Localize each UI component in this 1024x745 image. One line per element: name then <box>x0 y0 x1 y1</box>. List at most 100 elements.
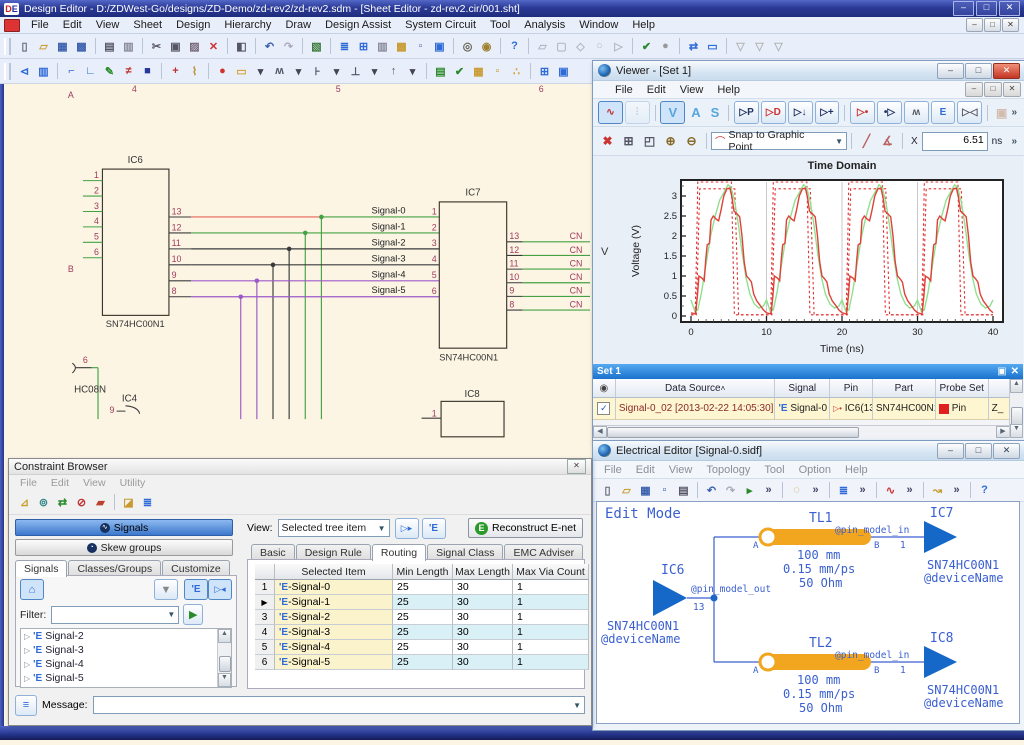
cut-icon[interactable]: ✂ <box>148 38 165 55</box>
copy-icon[interactable]: ▣ <box>167 38 184 55</box>
viewer-mdi-close[interactable]: ✕ <box>1003 82 1021 97</box>
search-icon[interactable]: ◉ <box>478 38 495 55</box>
min-length-cell[interactable]: 25 <box>393 640 453 655</box>
update-icon[interactable]: ⇄ <box>685 38 702 55</box>
ovf-icon[interactable]: » <box>807 482 824 499</box>
list-mode-button[interactable]: ▷▸ <box>395 518 419 539</box>
minimize-button[interactable]: – <box>953 1 974 16</box>
view-3d-icon[interactable]: ▧ <box>308 38 325 55</box>
drop-icon[interactable]: ▾ <box>252 63 269 80</box>
ee-restore-button[interactable]: □ <box>965 443 992 459</box>
max-via-count-cell[interactable]: 1 <box>513 625 589 640</box>
window-icon[interactable]: ▣ <box>555 63 572 80</box>
menu-item-option[interactable]: Option <box>792 463 838 477</box>
max-length-cell[interactable]: 30 <box>453 640 513 655</box>
table-row[interactable]: 4E‑Signal-325301 <box>255 625 589 640</box>
screen-icon[interactable]: ■ <box>139 63 156 80</box>
help-icon[interactable]: ? <box>976 482 993 499</box>
x-coordinate-field[interactable]: 6.51 <box>922 132 988 151</box>
ic8-body[interactable] <box>441 401 504 436</box>
column-selected-item[interactable]: Selected Item <box>275 564 393 580</box>
table-row[interactable]: 6E‑Signal-525301 <box>255 655 589 670</box>
area-rule-icon[interactable]: ▰ <box>92 494 109 511</box>
wire-bus-icon[interactable]: ≠ <box>120 63 137 80</box>
filter-1-icon[interactable]: ▽ <box>732 38 749 55</box>
enet-view-button[interactable]: E <box>184 579 208 600</box>
viewer-mdi-restore[interactable]: □ <box>984 82 1002 97</box>
probe-pull-down-button[interactable]: ▷↓ <box>788 101 813 124</box>
set1-close-button[interactable]: ✕ <box>1011 366 1019 377</box>
probe-pair-button[interactable]: ▷◁ <box>957 101 982 124</box>
probe-power-button[interactable]: ▷P <box>734 101 759 124</box>
ruler-button[interactable]: ╱ <box>857 132 876 150</box>
menu-item-file[interactable]: File <box>597 463 629 477</box>
record-icon[interactable]: ● <box>657 38 674 55</box>
doc-icon[interactable]: ▣ <box>431 38 448 55</box>
ovf-icon[interactable]: » <box>854 482 871 499</box>
grid-icon[interactable]: ⊞ <box>536 63 553 80</box>
find-icon[interactable]: ◎ <box>459 38 476 55</box>
tl-end-a[interactable] <box>760 529 776 545</box>
selected-item-cell[interactable]: E‑Signal-1 <box>275 595 393 610</box>
selected-item-cell[interactable]: E‑Signal-4 <box>275 640 393 655</box>
drop-icon[interactable]: ▾ <box>290 63 307 80</box>
probe-group-icon[interactable]: ⊚ <box>35 494 52 511</box>
max-length-cell[interactable]: 30 <box>453 595 513 610</box>
set1-float-button[interactable]: ▣ <box>997 366 1006 377</box>
tree-item-signal-4[interactable]: ▷ESignal-4 <box>21 657 231 671</box>
home-button[interactable]: ⌂ <box>20 579 44 600</box>
toolbar-overflow[interactable]: » <box>1011 107 1017 118</box>
topology-icon[interactable]: ↝ <box>929 482 946 499</box>
copy-graph-button[interactable]: ▣ <box>993 104 1010 122</box>
signals-button[interactable]: ∿Signals <box>15 519 233 536</box>
max-length-cell[interactable]: 30 <box>453 655 513 670</box>
menu-item-view[interactable]: View <box>89 18 127 32</box>
set1-panel-titlebar[interactable]: Set 1 ▣ ✕ <box>593 364 1023 379</box>
place-gate-icon[interactable]: ▱ <box>534 38 551 55</box>
skew-groups-button[interactable]: ◔Skew groups <box>15 539 233 556</box>
set1-vscrollbar[interactable]: ▲ ▼ <box>1009 379 1023 438</box>
ic-gold-icon[interactable]: ▦ <box>470 63 487 80</box>
driver-buffer-ic6[interactable] <box>653 580 687 616</box>
run-icon[interactable]: ▸ <box>741 482 758 499</box>
ovf-icon[interactable]: » <box>760 482 777 499</box>
waveform-icon[interactable]: ∿ <box>882 482 899 499</box>
max-via-count-cell[interactable]: 1 <box>513 610 589 625</box>
mdi-restore-button[interactable]: □ <box>984 18 1001 32</box>
print-icon[interactable]: ▤ <box>101 38 118 55</box>
wire-corner-icon[interactable]: ∟ <box>82 63 99 80</box>
pair-view-button[interactable]: ▷◂ <box>208 579 232 600</box>
hierarchy-icon[interactable]: ≣ <box>336 38 353 55</box>
set1-column-data-source[interactable]: Data Source ˄ <box>616 379 776 398</box>
undo-icon[interactable]: ↶ <box>703 482 720 499</box>
column-min-length[interactable]: Min Length <box>393 564 453 580</box>
gate-icon[interactable]: ⊲ <box>16 63 33 80</box>
label-icon[interactable]: ▭ <box>233 63 250 80</box>
tab-signals[interactable]: Signals <box>15 560 67 577</box>
fit-all-button[interactable]: ✖ <box>598 132 617 150</box>
save-all-icon[interactable]: ▩ <box>73 38 90 55</box>
min-length-cell[interactable]: 25 <box>393 595 453 610</box>
menu-item-design-assist[interactable]: Design Assist <box>318 18 398 32</box>
print-preview-icon[interactable]: ▥ <box>120 38 137 55</box>
net-icon[interactable]: ∴ <box>508 63 525 80</box>
max-length-cell[interactable]: 30 <box>453 580 513 595</box>
filter-2-icon[interactable]: ▽ <box>751 38 768 55</box>
ee-minimize-button[interactable]: – <box>937 443 964 459</box>
menu-item-system-circuit[interactable]: System Circuit <box>398 18 483 32</box>
set1-column-signal[interactable]: Signal <box>775 379 830 398</box>
menu-item-file[interactable]: File <box>24 18 56 32</box>
menu-item-edit[interactable]: Edit <box>640 83 673 97</box>
redo-icon[interactable]: ↷ <box>280 38 297 55</box>
place-bus-icon[interactable]: ○ <box>591 38 608 55</box>
min-length-cell[interactable]: 25 <box>393 655 453 670</box>
zoom-out-button[interactable]: ⊖ <box>682 132 701 150</box>
menu-item-view[interactable]: View <box>76 477 113 489</box>
ic6-body[interactable] <box>102 169 168 315</box>
table-row[interactable]: 1E‑Signal-025301 <box>255 580 589 595</box>
tl-end-a[interactable] <box>760 654 776 670</box>
viewer-titlebar[interactable]: Viewer - [Set 1] – □ ✕ <box>593 61 1024 81</box>
redo-icon[interactable]: ↷ <box>722 482 739 499</box>
open-icon[interactable]: ▱ <box>618 482 635 499</box>
probe-add-button[interactable]: ▷+ <box>815 101 840 124</box>
